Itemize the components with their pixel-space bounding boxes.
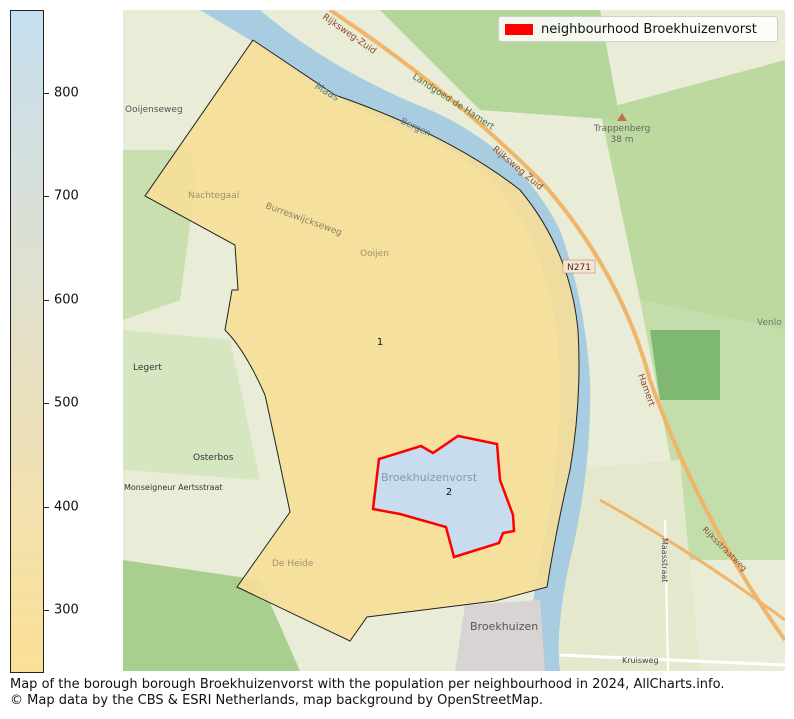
colorbar-tick-label: 600 <box>54 292 79 308</box>
label-monseigneur-aertsstraat: Monseigneur Aertsstraat <box>124 483 223 492</box>
label-ooijen: Ooijen <box>360 249 389 259</box>
neighbourhood-2-label: 2 <box>446 487 452 498</box>
label-nachtegaal: Nachtegaal <box>188 191 239 201</box>
colorbar-tick <box>43 610 49 611</box>
label-ooijenseweg: Ooijenseweg <box>125 105 183 115</box>
map-caption: Map of the borough borough Broekhuizenvo… <box>10 677 724 709</box>
legend-swatch <box>505 23 533 35</box>
neighbourhood-1-label: 1 <box>377 337 383 348</box>
colorbar-tick <box>43 403 49 404</box>
legend-label: neighbourhood Broekhuizenvorst <box>541 21 757 37</box>
label-broekhuizenvorst: Broekhuizenvorst <box>381 471 478 484</box>
label-trappenberg-height: 38 m <box>610 135 633 145</box>
caption-line-2: © Map data by the CBS & ESRI Netherlands… <box>10 693 543 708</box>
map-legend: neighbourhood Broekhuizenvorst <box>498 16 778 42</box>
map-canvas[interactable]: 1 2 Ooijenseweg Rijksweg-Zuid Landgoed d… <box>123 10 785 671</box>
caption-line-1: Map of the borough borough Broekhuizenvo… <box>10 677 725 692</box>
label-osterbos: Osterbos <box>193 453 234 463</box>
colorbar-tick <box>43 196 49 197</box>
colorbar-tick-label: 500 <box>54 395 79 411</box>
label-venlo: Venlo <box>757 318 782 328</box>
map-panel[interactable]: 1 2 Ooijenseweg Rijksweg-Zuid Landgoed d… <box>123 10 785 671</box>
label-legert: Legert <box>133 363 162 373</box>
colorbar-tick-label: 300 <box>54 602 79 618</box>
label-de-heide: De Heide <box>272 559 314 569</box>
colorbar-tick-label: 700 <box>54 188 79 204</box>
label-kruisweg: Kruisweg <box>622 656 659 665</box>
label-maasstraat: Maasstraat <box>660 538 669 582</box>
colorbar-tick-label: 400 <box>54 499 79 515</box>
colorbar-tick <box>43 93 49 94</box>
label-n271: N271 <box>567 263 591 273</box>
colorbar-tick <box>43 300 49 301</box>
town-broekhuizen <box>455 600 545 671</box>
forest-area <box>650 330 720 400</box>
colorbar-tick-label: 800 <box>54 85 79 101</box>
label-trappenberg: Trappenberg <box>593 124 651 134</box>
population-colorbar <box>10 10 44 673</box>
colorbar-tick <box>43 507 49 508</box>
label-broekhuizen: Broekhuizen <box>470 620 538 633</box>
